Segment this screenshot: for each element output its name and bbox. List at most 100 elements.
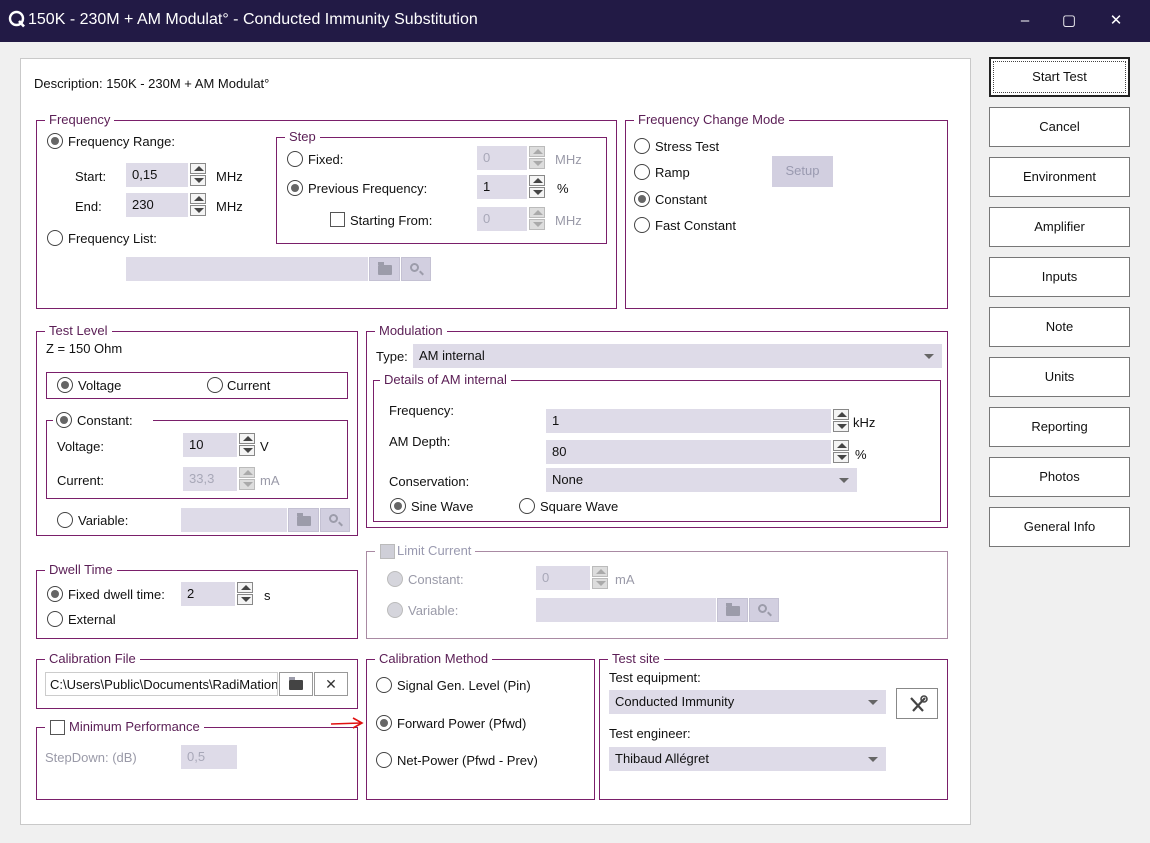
lc-variable-radio[interactable] xyxy=(387,602,403,618)
constant-radio[interactable] xyxy=(634,191,650,207)
step-previous-radio[interactable] xyxy=(287,180,303,196)
calibration-file-browse-button[interactable] xyxy=(279,672,313,696)
step-fixed-radio[interactable] xyxy=(287,151,303,167)
constant-box: Constant: Voltage: 10 V Current: 33,3 mA xyxy=(46,411,348,499)
lc-variable-label: Variable: xyxy=(408,603,459,618)
calibration-file-clear-button[interactable]: ✕ xyxy=(314,672,348,696)
folder-icon xyxy=(377,262,392,275)
tl-variable-input[interactable] xyxy=(181,508,287,532)
conservation-dropdown[interactable]: None xyxy=(546,468,857,492)
photos-button[interactable]: Photos xyxy=(989,457,1130,497)
frequency-group: Frequency Frequency Range: Start: 0,15 M… xyxy=(36,112,617,309)
net-power-radio[interactable] xyxy=(376,752,392,768)
am-depth-unit: % xyxy=(855,447,867,462)
external-radio[interactable] xyxy=(47,611,63,627)
chevron-down-icon xyxy=(924,354,934,359)
start-spinner[interactable] xyxy=(189,163,207,187)
tl-variable-browse-button[interactable] xyxy=(288,508,319,532)
stepdown-input[interactable]: 0,5 xyxy=(181,745,237,769)
frequency-list-input[interactable] xyxy=(126,257,368,281)
maximize-button[interactable]: ▢ xyxy=(1049,6,1089,36)
tl-constant-radio[interactable] xyxy=(56,412,72,428)
minimize-button[interactable]: ‒ xyxy=(1005,6,1045,36)
cancel-button[interactable]: Cancel xyxy=(989,107,1130,147)
fast-constant-radio[interactable] xyxy=(634,217,650,233)
frequency-list-browse-button[interactable] xyxy=(369,257,400,281)
start-input[interactable]: 0,15 xyxy=(126,163,188,187)
current-label: Current xyxy=(227,378,271,393)
lc-variable-browse-button[interactable] xyxy=(717,598,748,622)
inputs-button[interactable]: Inputs xyxy=(989,257,1130,297)
start-test-button[interactable]: Start Test xyxy=(989,57,1130,97)
ramp-radio[interactable] xyxy=(634,164,650,180)
tl-voltage-spinner[interactable] xyxy=(238,433,256,457)
ramp-label: Ramp xyxy=(655,165,690,180)
tl-current-spinner[interactable] xyxy=(238,467,256,491)
current-radio[interactable] xyxy=(207,377,223,393)
am-depth-spinner[interactable] xyxy=(832,440,850,464)
general-info-button[interactable]: General Info xyxy=(989,507,1130,547)
description: Description: 150K - 230M + AM Modulat° xyxy=(34,76,269,91)
step-previous-spinner[interactable] xyxy=(528,175,546,199)
test-equipment-dropdown[interactable]: Conducted Immunity xyxy=(609,690,886,714)
tl-current-input[interactable]: 33,3 xyxy=(183,467,237,491)
end-spinner[interactable] xyxy=(189,193,207,217)
test-engineer-dropdown[interactable]: Thibaud Allégret xyxy=(609,747,886,771)
frequency-change-mode-legend: Frequency Change Mode xyxy=(634,112,789,128)
mod-type-dropdown[interactable]: AM internal xyxy=(413,344,942,368)
lc-constant-radio[interactable] xyxy=(387,571,403,587)
step-fixed-input[interactable]: 0 xyxy=(477,146,527,170)
test-equipment-tools-button[interactable] xyxy=(896,688,938,719)
tl-voltage-input[interactable]: 10 xyxy=(183,433,237,457)
starting-from-input[interactable]: 0 xyxy=(477,207,527,231)
sine-wave-radio[interactable] xyxy=(390,498,406,514)
voltage-radio[interactable] xyxy=(57,377,73,393)
end-input[interactable]: 230 xyxy=(126,193,188,217)
reporting-button[interactable]: Reporting xyxy=(989,407,1130,447)
units-button[interactable]: Units xyxy=(989,357,1130,397)
lc-constant-input[interactable]: 0 xyxy=(536,566,590,590)
test-engineer-value: Thibaud Allégret xyxy=(615,751,709,766)
lc-constant-spinner[interactable] xyxy=(591,566,609,590)
forward-power-radio[interactable] xyxy=(376,715,392,731)
starting-from-unit: MHz xyxy=(555,213,582,228)
lc-variable-search-button[interactable] xyxy=(749,598,779,622)
fixed-dwell-spinner[interactable] xyxy=(236,582,254,606)
end-unit: MHz xyxy=(216,199,243,214)
step-previous-unit: % xyxy=(557,181,569,196)
tl-current-label: Current: xyxy=(57,473,104,488)
limit-current-checkbox[interactable] xyxy=(380,544,395,559)
tl-variable-search-button[interactable] xyxy=(320,508,350,532)
am-frequency-spinner[interactable] xyxy=(832,409,850,433)
fixed-dwell-radio[interactable] xyxy=(47,586,63,602)
description-label: Description: xyxy=(34,76,103,91)
amplifier-button[interactable]: Amplifier xyxy=(989,207,1130,247)
square-wave-radio[interactable] xyxy=(519,498,535,514)
calibration-file-input[interactable]: C:\Users\Public\Documents\RadiMation xyxy=(45,672,278,696)
close-button[interactable]: ✕ xyxy=(1096,6,1136,36)
test-level-legend: Test Level xyxy=(45,323,112,339)
tl-variable-radio[interactable] xyxy=(57,512,73,528)
am-depth-input[interactable]: 80 xyxy=(546,440,831,464)
fixed-dwell-input[interactable]: 2 xyxy=(181,582,235,606)
step-fixed-spinner[interactable] xyxy=(528,146,546,170)
min-perf-checkbox[interactable] xyxy=(50,720,65,735)
stepdown-label: StepDown: (dB) xyxy=(45,750,137,765)
square-wave-label: Square Wave xyxy=(540,499,619,514)
setup-button[interactable]: Setup xyxy=(772,156,833,187)
test-level-group: Test Level Z = 150 Ohm Voltage Current C… xyxy=(36,323,358,536)
lc-variable-input[interactable] xyxy=(536,598,716,622)
title-bar: 150K - 230M + AM Modulat° - Conducted Im… xyxy=(0,0,1150,42)
step-previous-input[interactable]: 1 xyxy=(477,175,527,199)
starting-from-spinner[interactable] xyxy=(528,207,546,231)
frequency-list-radio[interactable] xyxy=(47,230,63,246)
environment-button[interactable]: Environment xyxy=(989,157,1130,197)
starting-from-checkbox[interactable] xyxy=(330,212,345,227)
note-button[interactable]: Note xyxy=(989,307,1130,347)
am-frequency-input[interactable]: 1 xyxy=(546,409,831,433)
frequency-list-search-button[interactable] xyxy=(401,257,431,281)
red-arrow-icon xyxy=(330,717,364,729)
frequency-range-radio[interactable] xyxy=(47,133,63,149)
signal-gen-level-radio[interactable] xyxy=(376,677,392,693)
stress-test-radio[interactable] xyxy=(634,138,650,154)
